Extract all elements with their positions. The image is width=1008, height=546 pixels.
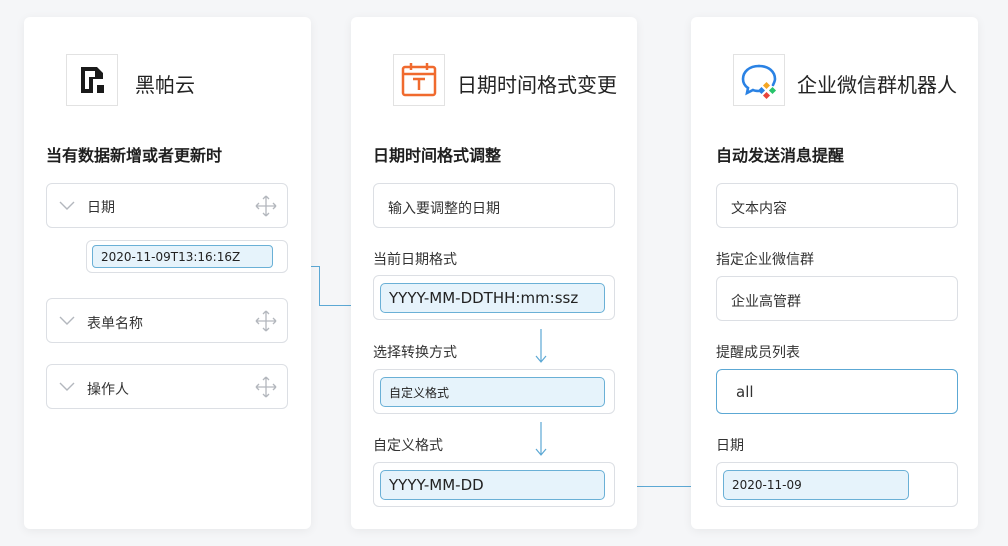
current-format-chip[interactable]: YYYY-MM-DDTHH:mm:ssz	[380, 283, 605, 313]
heipayun-logo-icon	[66, 54, 118, 106]
custom-format-box: YYYY-MM-DD	[373, 462, 615, 507]
action-app-name: 企业微信群机器人	[797, 73, 957, 97]
date-field-box: 2020-11-09	[716, 462, 958, 507]
chevron-down-icon[interactable]	[59, 382, 75, 392]
convert-method-label: 选择转换方式	[373, 345, 457, 361]
date-input-field[interactable]: 输入要调整的日期	[373, 183, 615, 228]
field-label-date: 日期	[87, 200, 115, 216]
trigger-card: 黑帕云 当有数据新增或者更新时 日期 2020-11-09T13:16:16Z …	[24, 17, 311, 529]
field-value-date-box: 2020-11-09T13:16:16Z	[86, 240, 288, 273]
convert-method-box: 自定义格式	[373, 369, 615, 414]
mention-label: 提醒成员列表	[716, 345, 800, 361]
group-value: 企业高管群	[731, 294, 801, 310]
convert-method-chip[interactable]: 自定义格式	[380, 377, 605, 407]
field-row-date[interactable]: 日期	[46, 183, 288, 228]
field-row-operator[interactable]: 操作人	[46, 364, 288, 409]
current-format-label: 当前日期格式	[373, 252, 457, 268]
custom-format-chip[interactable]: YYYY-MM-DD	[380, 470, 605, 500]
wecom-robot-icon	[733, 54, 785, 106]
date-input-placeholder: 输入要调整的日期	[388, 201, 500, 217]
drag-handle-icon[interactable]	[254, 375, 278, 399]
arrow-down-icon	[535, 422, 547, 456]
trigger-app-name: 黑帕云	[135, 73, 195, 97]
custom-format-label: 自定义格式	[373, 438, 443, 454]
group-label: 指定企业微信群	[716, 252, 814, 268]
field-label-form-name: 表单名称	[87, 316, 143, 332]
drag-handle-icon[interactable]	[254, 194, 278, 218]
mention-value: all	[736, 383, 754, 401]
drag-handle-icon[interactable]	[254, 309, 278, 333]
calendar-icon	[393, 54, 445, 106]
chevron-down-icon[interactable]	[59, 316, 75, 326]
trigger-title: 当有数据新增或者更新时	[46, 146, 223, 165]
transform-app-name: 日期时间格式变更	[457, 73, 617, 97]
field-row-form-name[interactable]: 表单名称	[46, 298, 288, 343]
current-format-box: YYYY-MM-DDTHH:mm:ssz	[373, 275, 615, 320]
transform-card: 日期时间格式变更 日期时间格式调整 输入要调整的日期 当前日期格式 YYYY-M…	[351, 17, 637, 529]
text-content-placeholder: 文本内容	[731, 201, 787, 217]
chevron-down-icon[interactable]	[59, 201, 75, 211]
action-card: 企业微信群机器人 自动发送消息提醒 文本内容 指定企业微信群 企业高管群 提醒成…	[691, 17, 978, 529]
transform-title: 日期时间格式调整	[373, 146, 502, 165]
arrow-down-icon	[535, 329, 547, 363]
text-content-field[interactable]: 文本内容	[716, 183, 958, 228]
date-label: 日期	[716, 438, 744, 454]
mention-field[interactable]: all	[716, 369, 958, 414]
group-field[interactable]: 企业高管群	[716, 276, 958, 321]
field-label-operator: 操作人	[87, 382, 129, 398]
action-title: 自动发送消息提醒	[716, 146, 845, 165]
date-value-chip[interactable]: 2020-11-09T13:16:16Z	[92, 245, 273, 268]
connector-date-to-format-vertical	[319, 266, 320, 306]
date-chip[interactable]: 2020-11-09	[723, 470, 909, 500]
